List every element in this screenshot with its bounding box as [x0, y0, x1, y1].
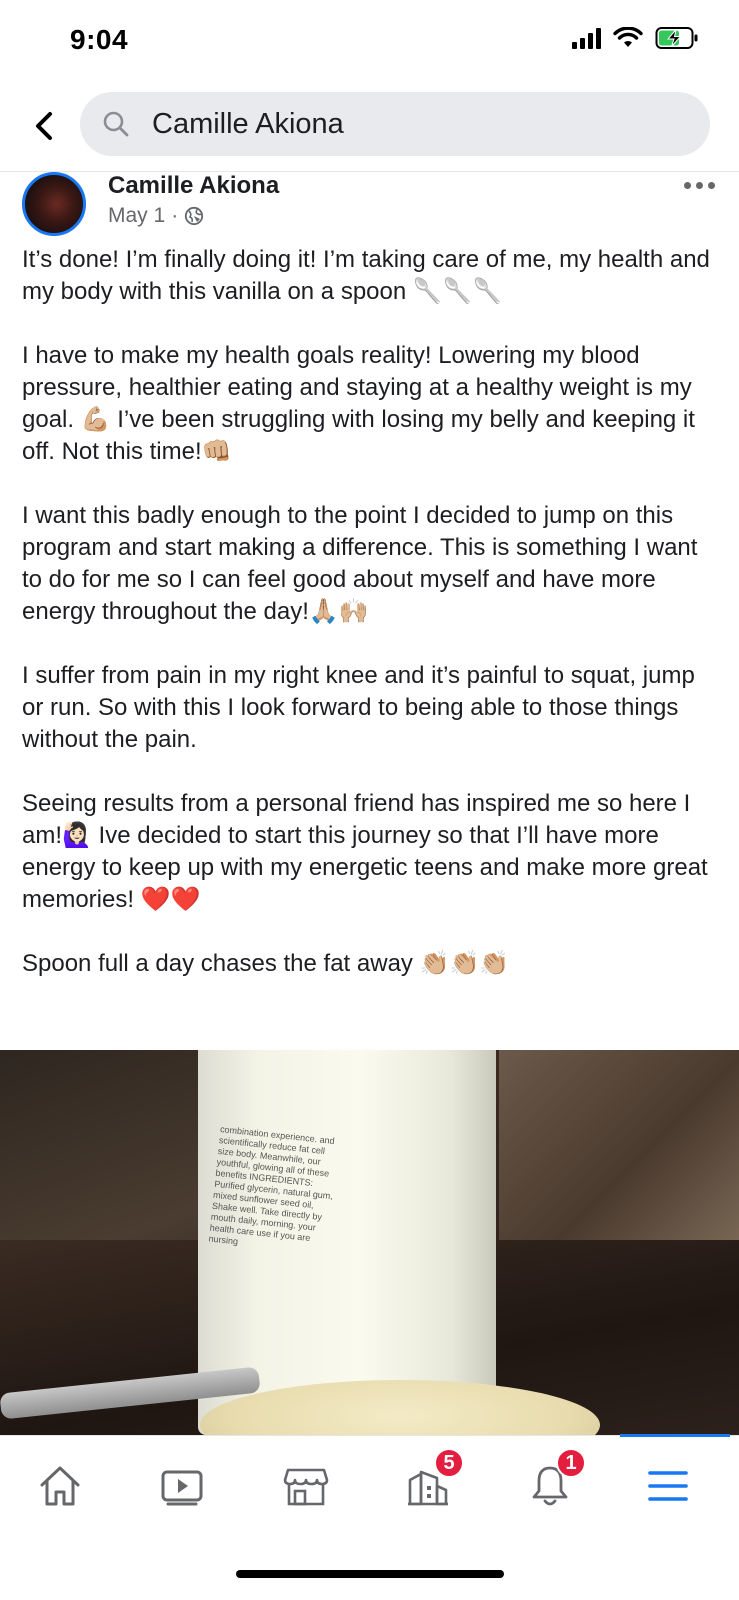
post-paragraph: I have to make my health goals reality! …: [22, 342, 695, 465]
bottom-nav: 5 1: [0, 1434, 739, 1535]
date-separator: ·: [171, 204, 179, 227]
back-button[interactable]: [22, 104, 66, 148]
author-name[interactable]: Camille Akiona: [108, 172, 279, 200]
post-options-button[interactable]: [684, 182, 715, 189]
search-input[interactable]: Camille Akiona: [80, 92, 710, 156]
globe-icon: [185, 206, 204, 226]
post-meta: May 1 ·: [108, 204, 204, 228]
bottle-label-text: combination experience. and scientifical…: [208, 1124, 336, 1247]
post-body: It’s done! I’m finally doing it! I’m tak…: [22, 244, 722, 1012]
nav-watch[interactable]: [152, 1456, 212, 1516]
search-header: Camille Akiona: [0, 84, 739, 172]
post-date[interactable]: May 1: [108, 204, 165, 228]
author-avatar[interactable]: [22, 172, 86, 236]
post-photo[interactable]: combination experience. and scientifical…: [0, 1050, 739, 1435]
search-icon: [103, 111, 129, 137]
status-bar: 9:04: [0, 0, 739, 84]
active-tab-indicator: [620, 1434, 730, 1437]
post-paragraph: I suffer from pain in my right knee and …: [22, 662, 695, 753]
home-icon: [40, 1466, 80, 1506]
home-indicator[interactable]: [236, 1570, 504, 1578]
marketplace-store-icon: [283, 1468, 329, 1506]
status-icons: [572, 26, 699, 50]
notifications-badge: 1: [556, 1448, 586, 1478]
pages-badge: 5: [434, 1448, 464, 1478]
battery-charging-icon: [655, 27, 698, 49]
post-paragraph: Seeing results from a personal friend ha…: [22, 790, 708, 913]
status-time: 9:04: [70, 24, 129, 55]
post-paragraph: I want this badly enough to the point I …: [22, 502, 698, 625]
nav-marketplace[interactable]: [276, 1456, 336, 1516]
nav-pages[interactable]: 5: [398, 1448, 464, 1516]
hamburger-menu-icon: [648, 1471, 688, 1501]
wifi-icon: [613, 27, 643, 47]
search-query-text: Camille Akiona: [152, 108, 344, 140]
chevron-left-icon: [36, 112, 52, 140]
post-paragraph: It’s done! I’m finally doing it! I’m tak…: [22, 246, 710, 305]
nav-notifications[interactable]: 1: [520, 1448, 586, 1516]
post-header: Camille Akiona May 1 ·: [0, 172, 739, 242]
post-paragraph: Spoon full a day chases the fat away 👏🏼👏…: [22, 950, 510, 977]
nav-menu[interactable]: [638, 1456, 698, 1516]
nav-home[interactable]: [30, 1456, 90, 1516]
cellular-signal-icon: [572, 27, 601, 49]
video-play-icon: [161, 1470, 203, 1506]
